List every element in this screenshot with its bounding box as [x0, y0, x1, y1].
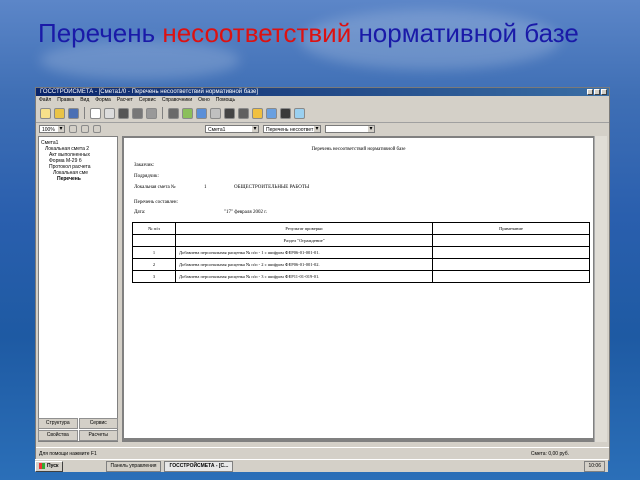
tab-service[interactable]: Сервис [78, 418, 118, 429]
help-icon[interactable] [294, 107, 305, 119]
tab-structure[interactable]: Структура [38, 418, 78, 429]
row-result: Добавлена персональная расценка № п/п - … [175, 270, 433, 283]
view-icon[interactable] [266, 107, 277, 119]
windows-logo-icon [39, 463, 45, 469]
menu-edit[interactable]: Правка [57, 96, 74, 104]
menu-window[interactable]: Окно [198, 96, 210, 104]
task-gosstroysmeta[interactable]: ГОССТРОЙСМЕТА - [С... [164, 460, 234, 472]
taskbar-clock: 10:06 [584, 460, 605, 472]
row-note [432, 246, 590, 259]
row-result: Добавлена персональная расценка № п/п - … [175, 246, 433, 259]
form-select[interactable]: Перечень несоответ [263, 125, 321, 133]
compiled-label: Перечень составлен: [134, 200, 178, 205]
menu-help[interactable]: Помощь [216, 96, 235, 104]
row-number: 3 [132, 270, 176, 283]
taskbar: Пуск Панель управления ГОССТРОЙСМЕТА - [… [35, 459, 608, 472]
menu-refs[interactable]: Справочники [162, 96, 192, 104]
title-part-1: Перечень [38, 18, 163, 48]
estimate-select[interactable]: Смета1 [205, 125, 259, 133]
toolbar-separator [84, 107, 85, 119]
window-titlebar[interactable]: ГОССТРОЙСМЕТА - [Смета1/0 - Перечень нес… [36, 88, 609, 96]
tab-properties[interactable]: Свойства [38, 430, 78, 441]
toolbar-separator [162, 107, 163, 119]
section-row: Раздел "Ограждение" [132, 234, 590, 247]
date-label: Дата: [134, 210, 146, 215]
start-label: Пуск [47, 462, 59, 469]
minimize-button[interactable] [587, 89, 593, 95]
table-row: 2 Добавлена персональная расценка № п/п … [132, 258, 590, 271]
row-number: 2 [132, 258, 176, 271]
structure-tree: Смета1 Локальная смета 2 Акт выполненных… [39, 137, 117, 185]
table-icon[interactable] [196, 107, 207, 119]
menu-service[interactable]: Сервис [139, 96, 156, 104]
close-button[interactable] [601, 89, 607, 95]
row-note [432, 258, 590, 271]
task-control-panel[interactable]: Панель управления [105, 460, 162, 472]
save-icon[interactable] [68, 107, 79, 119]
maximize-button[interactable] [594, 89, 600, 95]
print-icon[interactable] [90, 107, 101, 119]
menu-file[interactable]: Файл [39, 96, 51, 104]
document-title: Перечень несоответствий нормативной базе [311, 147, 406, 152]
customer-label: Заказчик: [134, 163, 155, 168]
insert-icon[interactable] [182, 107, 193, 119]
estimate-label: Локальная смета № [134, 185, 176, 190]
new-icon[interactable] [40, 107, 51, 119]
col-header-result: Результат проверки [175, 222, 433, 235]
lock-icon[interactable] [280, 107, 291, 119]
zoom-select[interactable]: 100% [39, 125, 65, 133]
table-header-row: № п/п Результат проверки Примечание [132, 222, 590, 235]
status-help-text: Для помощи нажмите F1 [39, 451, 97, 457]
col-header-number: № п/п [132, 222, 176, 235]
app-window: ГОССТРОЙСМЕТА - [Смета1/0 - Перечень нес… [35, 87, 610, 461]
nav-icon[interactable] [81, 125, 89, 133]
menubar: Файл Правка Вид Форма Расчет Сервис Спра… [36, 96, 609, 104]
secondary-toolbar: 100% Смета1 Перечень несоответ [36, 123, 609, 135]
structure-pane: Смета1 Локальная смета 2 Акт выполненных… [38, 136, 118, 442]
col-header-note: Примечание [432, 222, 590, 235]
row-note [432, 270, 590, 283]
title-part-2: несоответствий [162, 18, 352, 48]
copy-icon[interactable] [132, 107, 143, 119]
table-cell [432, 234, 590, 247]
open-folder-icon[interactable] [54, 107, 65, 119]
estimate-number: 1 [204, 185, 207, 190]
cut-icon[interactable] [118, 107, 129, 119]
row-number: 1 [132, 246, 176, 259]
settings-icon[interactable] [238, 107, 249, 119]
vertical-scrollbar[interactable] [594, 136, 607, 442]
nav-icon[interactable] [69, 125, 77, 133]
tab-calculations[interactable]: Расчеты [78, 430, 118, 441]
slide-title: Перечень несоответствий нормативной базе [38, 18, 598, 48]
table-row: 1 Добавлена персональная расценка № п/п … [132, 246, 590, 259]
folder-icon[interactable] [252, 107, 263, 119]
paste-icon[interactable] [146, 107, 157, 119]
main-toolbar [36, 104, 609, 123]
contractor-label: Подрядчик: [134, 174, 159, 179]
table-row: 3 Добавлена персональная расценка № п/п … [132, 270, 590, 283]
extra-select[interactable] [325, 125, 375, 133]
start-button[interactable]: Пуск [35, 460, 63, 472]
row-result: Добавлена персональная расценка № п/п - … [175, 258, 433, 271]
table-cell [132, 234, 176, 247]
menu-calc[interactable]: Расчет [117, 96, 133, 104]
estimate-name: ОБЩЕСТРОИТЕЛЬНЫЕ РАБОТЫ [234, 185, 310, 190]
tree-item-selected[interactable]: Перечень [41, 176, 115, 182]
window-title: ГОССТРОЙСМЕТА - [Смета1/0 - Перечень нес… [40, 89, 259, 95]
document-page: Перечень несоответствий нормативной базе… [124, 138, 593, 438]
document-area: Перечень несоответствий нормативной базе… [122, 136, 607, 442]
results-table: № п/п Результат проверки Примечание Разд… [132, 222, 590, 283]
date-value: "17" февраля 2002 г. [224, 210, 267, 215]
undo-icon[interactable] [168, 107, 179, 119]
grid-icon[interactable] [210, 107, 221, 119]
section-title: Раздел "Ограждение" [175, 234, 433, 247]
preview-icon[interactable] [104, 107, 115, 119]
menu-form[interactable]: Форма [95, 96, 111, 104]
title-part-3: нормативной базе [351, 18, 579, 48]
menu-view[interactable]: Вид [80, 96, 89, 104]
left-pane-tabs: Структура Сервис Свойства Расчеты [38, 418, 118, 441]
calc-icon[interactable] [224, 107, 235, 119]
nav-icon[interactable] [93, 125, 101, 133]
